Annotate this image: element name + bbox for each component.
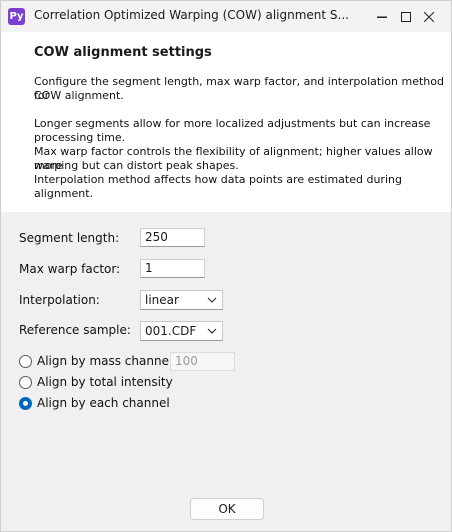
reference-sample-value: 001.CDF xyxy=(145,324,197,338)
segment-length-label: Segment length: xyxy=(19,231,120,245)
reference-sample-label: Reference sample: xyxy=(19,323,131,337)
interpolation-select[interactable]: linear xyxy=(140,290,223,310)
align-total-radio[interactable] xyxy=(19,376,32,389)
segment-length-input[interactable]: 250 xyxy=(140,228,205,247)
dialog-window: Py Correlation Optimized Warping (COW) a… xyxy=(0,0,452,532)
description-line: warping but can distort peak shapes. xyxy=(34,159,239,172)
description-line: Longer segments allow for more localized… xyxy=(34,117,431,130)
interpolation-value: linear xyxy=(145,293,179,307)
python-app-icon: Py xyxy=(8,8,25,25)
close-icon xyxy=(424,11,434,22)
reference-sample-select[interactable]: 001.CDF xyxy=(140,321,223,341)
window-title: Correlation Optimized Warping (COW) alig… xyxy=(34,8,349,22)
header-panel: COW alignment settings Configure the seg… xyxy=(1,32,451,212)
chevron-down-icon xyxy=(207,297,217,303)
align-each-radio[interactable] xyxy=(19,397,32,410)
header-title: COW alignment settings xyxy=(34,45,212,60)
description-line: Interpolation method affects how data po… xyxy=(34,173,402,200)
max-warp-label: Max warp factor: xyxy=(19,262,121,276)
align-total-label[interactable]: Align by total intensity xyxy=(37,375,173,389)
align-each-label[interactable]: Align by each channel xyxy=(37,396,170,410)
chevron-down-icon xyxy=(207,328,217,334)
close-button[interactable] xyxy=(406,1,452,32)
ok-button[interactable]: OK xyxy=(190,498,264,520)
max-warp-input[interactable]: 1 xyxy=(140,259,205,278)
mass-channel-input: 100 xyxy=(170,352,235,371)
align-mass-radio[interactable] xyxy=(19,355,32,368)
interpolation-label: Interpolation: xyxy=(19,293,100,307)
description-line: processing time. xyxy=(34,131,126,144)
align-mass-label[interactable]: Align by mass channel: xyxy=(37,354,176,368)
description-line: COW alignment. xyxy=(34,89,124,102)
